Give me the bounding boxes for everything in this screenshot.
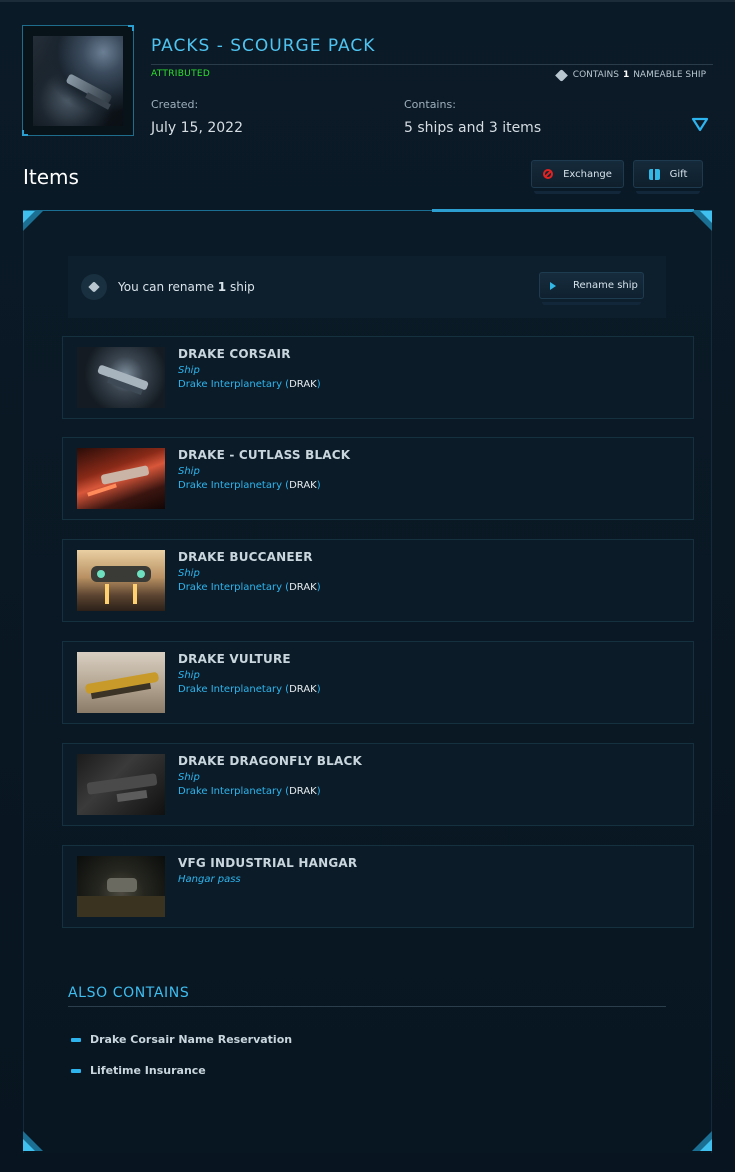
item-card[interactable]: DRAKE BUCCANEER Ship Drake Interplanetar… [62,539,694,622]
created-label: Created: [151,98,199,111]
item-image [77,754,165,815]
contains-label: Contains: [404,98,456,111]
panel-corner-top-right [692,211,712,231]
nameable-prefix: CONTAINS [572,70,619,80]
item-manufacturer: Drake Interplanetary (DRAK) [178,684,321,695]
item-card[interactable]: DRAKE - CUTLASS BLACK Ship Drake Interpl… [62,437,694,520]
items-section-title: Items [23,165,79,189]
rename-button-label: Rename ship [573,280,638,291]
item-name: DRAKE - CUTLASS BLACK [178,448,351,462]
title-divider [151,64,713,65]
rename-text: You can rename 1 ship [118,280,255,294]
item-manufacturer: Drake Interplanetary (DRAK) [178,379,321,390]
item-type: Hangar pass [178,874,241,885]
gift-label: Gift [669,168,688,180]
created-value: July 15, 2022 [151,120,243,136]
item-card[interactable]: VFG INDUSTRIAL HANGAR Hangar pass [62,845,694,928]
tag-shape [88,281,100,293]
maker-name: Drake Interplanetary [178,582,282,593]
maker-name: Drake Interplanetary [178,379,282,390]
exchange-button[interactable]: Exchange [531,160,624,194]
chevron-down-icon[interactable] [691,116,709,134]
maker-code: DRAK [289,379,317,390]
panel-corner-bottom-right [692,1131,712,1151]
item-name: DRAKE DRAGONFLY BLACK [178,754,362,768]
pack-image [33,36,123,126]
item-image [77,652,165,713]
item-type: Ship [178,670,200,681]
item-card[interactable]: DRAKE VULTURE Ship Drake Interplanetary … [62,641,694,724]
item-name: VFG INDUSTRIAL HANGAR [178,856,358,870]
item-manufacturer: Drake Interplanetary (DRAK) [178,480,321,491]
item-type: Ship [178,466,200,477]
also-contains-item: Lifetime Insurance [90,1064,206,1077]
thumb-corner-accent [22,130,28,136]
maker-code: DRAK [289,480,317,491]
item-manufacturer: Drake Interplanetary (DRAK) [178,786,321,797]
thumb-corner-accent [128,25,134,31]
also-contains-item: Drake Corsair Name Reservation [90,1033,293,1046]
item-image [77,856,165,917]
bullet-icon [71,1038,81,1042]
page-top-border [0,0,735,2]
item-manufacturer: Drake Interplanetary (DRAK) [178,582,321,593]
rename-prefix: You can rename [118,280,214,294]
exchange-label: Exchange [563,168,612,180]
item-name: DRAKE VULTURE [178,652,291,666]
gift-icon [648,168,660,180]
also-contains-title: ALSO CONTAINS [68,985,190,1001]
item-type: Ship [178,365,200,376]
item-card[interactable]: DRAKE CORSAIR Ship Drake Interplanetary … [62,336,694,419]
item-image [77,448,165,509]
bullet-icon [71,1069,81,1073]
tag-icon [81,274,107,300]
maker-name: Drake Interplanetary [178,480,282,491]
also-contains-divider [68,1006,666,1007]
panel-top-highlight [432,209,694,212]
item-name: DRAKE BUCCANEER [178,550,313,564]
rename-count: 1 [217,280,227,294]
maker-name: Drake Interplanetary [178,684,282,695]
gift-button[interactable]: Gift [633,160,703,194]
maker-name: Drake Interplanetary [178,786,282,797]
maker-code: DRAK [289,786,317,797]
play-icon [550,281,556,290]
panel-corner-bottom-left [23,1131,43,1151]
item-card[interactable]: DRAKE DRAGONFLY BLACK Ship Drake Interpl… [62,743,694,826]
status-badge: ATTRIBUTED [151,69,211,79]
contains-value: 5 ships and 3 items [404,120,542,136]
item-image [77,550,165,611]
rename-notice: You can rename 1 ship Rename ship [68,256,666,318]
nameable-suffix: NAMEABLE SHIP [633,70,706,80]
item-type: Ship [178,568,200,579]
maker-code: DRAK [289,582,317,593]
item-image [77,347,165,408]
panel-corner-top-left [23,211,43,231]
item-name: DRAKE CORSAIR [178,347,291,361]
rename-ship-button[interactable]: Rename ship [539,272,644,305]
pack-title: PACKS - SCOURGE PACK [151,36,376,56]
maker-code: DRAK [289,684,317,695]
tag-icon [554,68,568,82]
pack-thumbnail [22,25,134,136]
nameable-ship-tag: CONTAINS 1 NAMEABLE SHIP [554,68,706,82]
rename-suffix: ship [229,280,255,294]
exchange-icon [543,169,554,179]
item-type: Ship [178,772,200,783]
nameable-count: 1 [622,70,630,80]
